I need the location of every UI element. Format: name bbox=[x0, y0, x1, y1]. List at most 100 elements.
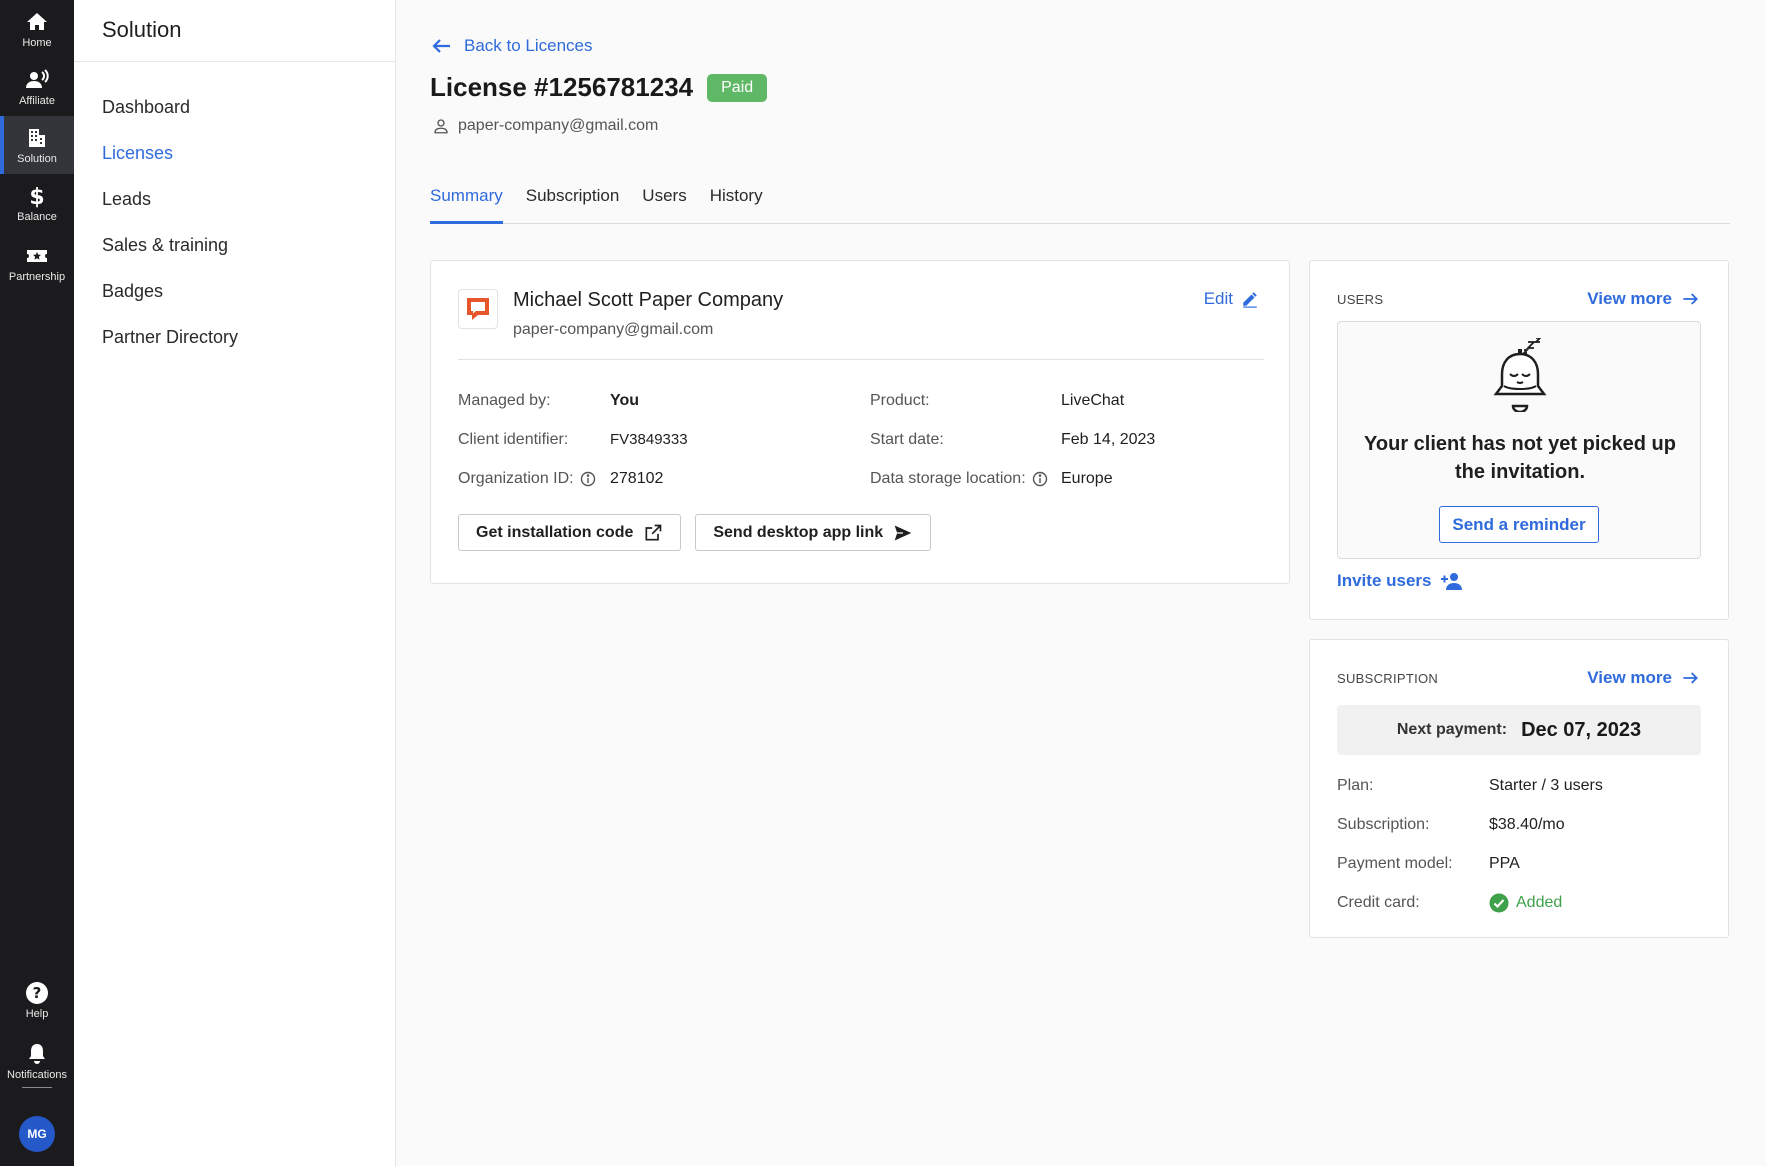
storage-value: Europe bbox=[1061, 469, 1113, 487]
sidebar-item-dashboard[interactable]: Dashboard bbox=[74, 84, 395, 130]
plan-label: Plan: bbox=[1337, 776, 1374, 794]
users-section-label: USERS bbox=[1337, 292, 1384, 307]
rail-item-solution[interactable]: Solution bbox=[0, 116, 74, 174]
rail-item-home[interactable]: Home bbox=[0, 0, 74, 58]
tab-summary[interactable]: Summary bbox=[430, 180, 503, 224]
info-row: Organization ID: 278102 Data storage loc… bbox=[458, 459, 1264, 498]
page-title: License #1256781234 bbox=[430, 72, 694, 102]
building-icon bbox=[29, 128, 45, 147]
users-view-more-link[interactable]: View more bbox=[1587, 289, 1700, 309]
arrow-right-icon bbox=[1683, 293, 1698, 305]
button-label: Send desktop app link bbox=[713, 523, 884, 541]
dollar-icon: $ bbox=[29, 185, 44, 208]
rail-item-label: Affiliate bbox=[19, 94, 55, 107]
rail-item-partnership[interactable]: Partnership bbox=[0, 234, 74, 292]
rail-item-balance[interactable]: $ Balance bbox=[0, 174, 74, 232]
info-icon[interactable] bbox=[1032, 471, 1048, 487]
rail-item-help[interactable]: ? Help bbox=[0, 971, 74, 1029]
next-payment-value: Dec 07, 2023 bbox=[1521, 718, 1642, 741]
info-row: Client identifier: FV3849333 Start date:… bbox=[458, 420, 1264, 459]
subscription-row: Payment model: PPA bbox=[1337, 844, 1701, 883]
sidebar-item-partner-directory[interactable]: Partner Directory bbox=[74, 314, 395, 360]
sidebar-list: Dashboard Licenses Leads Sales & trainin… bbox=[74, 62, 395, 360]
send-desktop-app-link-button[interactable]: Send desktop app link bbox=[695, 514, 932, 551]
start-date-label: Start date: bbox=[870, 430, 944, 448]
sidebar-item-licenses[interactable]: Licenses bbox=[74, 130, 395, 176]
payment-model-value: PPA bbox=[1489, 854, 1520, 872]
title-row: License #1256781234 Paid bbox=[430, 72, 768, 103]
svg-text:$: $ bbox=[29, 185, 44, 208]
rail-item-notifications[interactable]: Notifications bbox=[0, 1032, 74, 1090]
view-more-label: View more bbox=[1587, 668, 1672, 687]
subscription-row: Plan: Starter / 3 users bbox=[1337, 766, 1701, 805]
company-email: paper-company@gmail.com bbox=[513, 321, 714, 338]
subscription-row: Credit card: Added bbox=[1337, 883, 1701, 922]
external-link-icon bbox=[645, 524, 662, 540]
plan-value: Starter / 3 users bbox=[1489, 776, 1603, 794]
back-link-label: Back to Licences bbox=[464, 36, 593, 55]
credit-card-status: Added bbox=[1489, 893, 1562, 913]
owner-email: paper-company@gmail.com bbox=[432, 117, 658, 135]
subscription-view-more-link[interactable]: View more bbox=[1587, 668, 1700, 688]
send-reminder-button[interactable]: Send a reminder bbox=[1439, 506, 1599, 543]
rail-item-label: Help bbox=[25, 1007, 49, 1020]
send-icon bbox=[894, 525, 912, 540]
product-label: Product: bbox=[870, 391, 930, 409]
arrow-left-icon bbox=[432, 39, 450, 53]
empty-state: Your client has not yet picked up the in… bbox=[1337, 321, 1701, 559]
tab-users[interactable]: Users bbox=[642, 180, 686, 224]
get-installation-code-button[interactable]: Get installation code bbox=[458, 514, 682, 551]
managed-by-value: You bbox=[610, 391, 640, 409]
app-rail: Home Affiliate Solution $ Balance Partne… bbox=[0, 0, 74, 1166]
tabs: Summary Subscription Users History bbox=[430, 180, 1730, 224]
users-card: USERS View more Your client has not yet … bbox=[1309, 260, 1729, 620]
user-icon bbox=[434, 119, 448, 134]
rail-item-label: Partnership bbox=[8, 270, 66, 283]
add-user-icon bbox=[1440, 573, 1462, 590]
back-link[interactable]: Back to Licences bbox=[430, 34, 593, 58]
rail-divider bbox=[22, 1087, 52, 1088]
tab-subscription[interactable]: Subscription bbox=[526, 180, 620, 224]
client-id-label: Client identifier: bbox=[458, 430, 569, 448]
next-payment-box: Next payment: Dec 07, 2023 bbox=[1337, 705, 1701, 755]
subscription-value: $38.40/mo bbox=[1489, 815, 1565, 833]
chat-bubble-icon bbox=[467, 298, 489, 320]
edit-label: Edit bbox=[1203, 289, 1233, 308]
check-circle-icon bbox=[1489, 893, 1509, 912]
sidebar-item-sales-training[interactable]: Sales & training bbox=[74, 222, 395, 268]
owner-email-text: paper-company@gmail.com bbox=[458, 117, 659, 134]
product-value: LiveChat bbox=[1061, 391, 1125, 409]
avatar[interactable]: MG bbox=[19, 1116, 55, 1152]
ticket-icon bbox=[27, 249, 47, 262]
sidebar-item-badges[interactable]: Badges bbox=[74, 268, 395, 314]
sidebar: Solution Dashboard Licenses Leads Sales … bbox=[74, 0, 396, 1166]
help-icon: ? bbox=[26, 981, 48, 1004]
info-row: Managed by: You Product: LiveChat bbox=[458, 381, 1264, 420]
company-name: Michael Scott Paper Company bbox=[513, 289, 784, 311]
subscription-row: Subscription: $38.40/mo bbox=[1337, 805, 1701, 844]
sidebar-item-leads[interactable]: Leads bbox=[74, 176, 395, 222]
status-badge: Paid bbox=[707, 73, 768, 102]
storage-label: Data storage location: bbox=[870, 469, 1026, 487]
org-id-label-group: Organization ID: bbox=[458, 470, 610, 488]
next-payment-label: Next payment: bbox=[1396, 721, 1508, 738]
rail-item-label: Home bbox=[22, 36, 52, 49]
invite-users-link[interactable]: Invite users bbox=[1337, 571, 1462, 591]
info-icon[interactable] bbox=[580, 471, 596, 487]
arrow-right-icon bbox=[1683, 672, 1698, 684]
org-id-value: 278102 bbox=[610, 469, 664, 487]
start-date-value: Feb 14, 2023 bbox=[1061, 430, 1156, 448]
subscription-section-label: SUBSCRIPTION bbox=[1337, 671, 1439, 686]
empty-state-text: Your client has not yet picked up the in… bbox=[1364, 433, 1676, 483]
bell-icon bbox=[29, 1043, 45, 1064]
company-card: Michael Scott Paper Company paper-compan… bbox=[430, 260, 1290, 584]
action-buttons: Get installation code Send desktop app l… bbox=[458, 514, 932, 551]
tab-history[interactable]: History bbox=[710, 180, 763, 224]
managed-by-label: Managed by: bbox=[458, 391, 551, 409]
button-label: Get installation code bbox=[476, 523, 634, 541]
rail-item-affiliate[interactable]: Affiliate bbox=[0, 58, 74, 116]
storage-label-group: Data storage location: bbox=[870, 470, 1061, 488]
edit-button[interactable]: Edit bbox=[1204, 289, 1259, 309]
client-id-value: FV3849333 bbox=[610, 431, 688, 448]
rail-item-label: Solution bbox=[17, 152, 57, 165]
